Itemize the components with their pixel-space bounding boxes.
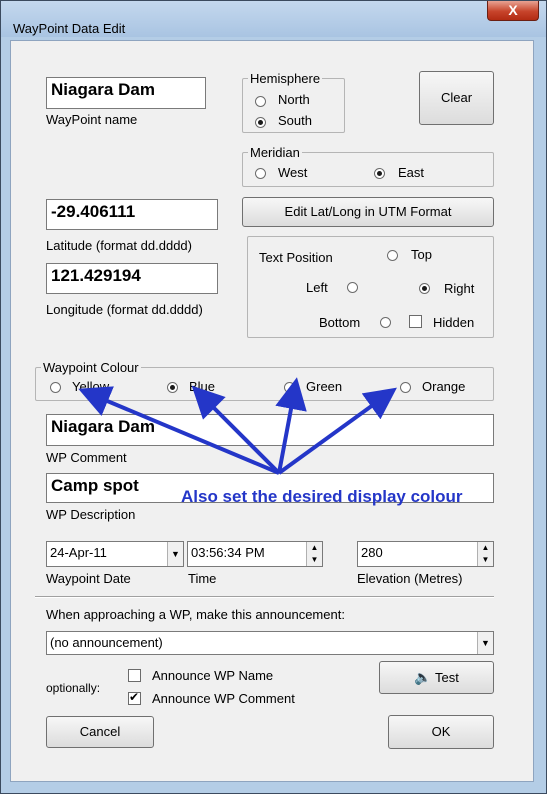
arrow-to-green	[275, 377, 307, 474]
annotation-arrows	[78, 377, 397, 475]
title-bar: WayPoint Data Edit X	[1, 1, 546, 37]
dialog-client-area: Niagara Dam WayPoint name Hemisphere Nor…	[10, 40, 534, 782]
annotation-text: Also set the desired display colour	[181, 487, 463, 506]
close-button[interactable]: X	[487, 1, 539, 21]
arrow-to-orange	[277, 387, 397, 475]
window-title: WayPoint Data Edit	[13, 21, 126, 36]
arrow-to-blue	[191, 385, 281, 475]
arrow-to-yellow	[78, 386, 280, 475]
